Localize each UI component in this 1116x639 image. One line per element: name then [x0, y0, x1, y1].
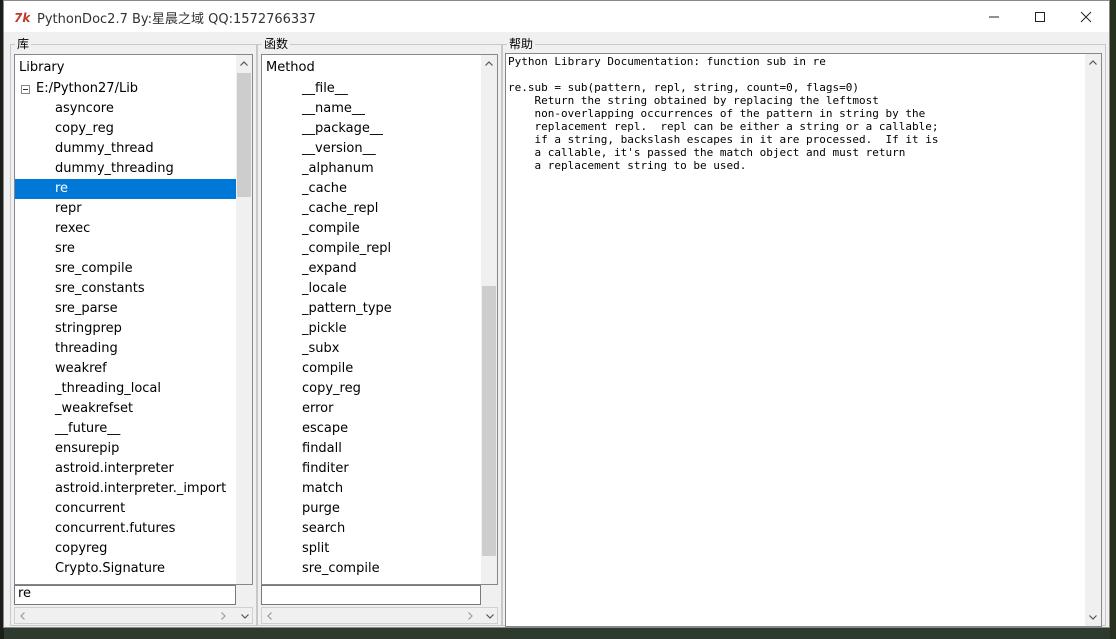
library-item[interactable]: copyreg: [15, 539, 236, 559]
chevron-right-icon[interactable]: [221, 612, 226, 620]
function-item[interactable]: __package__: [262, 119, 481, 139]
minimize-icon: [989, 16, 999, 17]
library-item[interactable]: Crypto.Signature: [15, 559, 236, 579]
library-item[interactable]: rexec: [15, 219, 236, 239]
function-list-content: Method __file__ __name__ __package__ __vers…: [262, 55, 481, 584]
chevron-down-icon[interactable]: [486, 614, 494, 619]
function-item[interactable]: _compile_repl: [262, 239, 481, 259]
chevron-down-icon: [1089, 615, 1097, 620]
library-item[interactable]: sre: [15, 239, 236, 259]
function-scroll-thumb[interactable]: [482, 286, 496, 556]
library-search-input[interactable]: re: [14, 585, 236, 605]
collapse-icon[interactable]: [21, 85, 30, 94]
library-item[interactable]: sre_constants: [15, 279, 236, 299]
function-item[interactable]: _locale: [262, 279, 481, 299]
function-item[interactable]: error: [262, 399, 481, 419]
chevron-up-icon: [1089, 60, 1097, 65]
chevron-left-icon[interactable]: [267, 612, 272, 620]
function-item[interactable]: escape: [262, 419, 481, 439]
function-item[interactable]: _cache_repl: [262, 199, 481, 219]
function-item[interactable]: __file__: [262, 79, 481, 99]
library-hscrollbar[interactable]: [14, 607, 253, 624]
library-item[interactable]: stringprep: [15, 319, 236, 339]
window-title: PythonDoc2.7 By:星晨之域 QQ:1572766337: [37, 12, 316, 27]
desktop-edge-right: [1110, 0, 1116, 639]
chevron-down-icon[interactable]: [241, 614, 249, 619]
function-item[interactable]: _cache: [262, 179, 481, 199]
scroll-up-button[interactable]: [1085, 54, 1101, 71]
library-item[interactable]: dummy_threading: [15, 159, 236, 179]
library-root-item[interactable]: E:/Python27/Lib: [19, 79, 236, 99]
library-item[interactable]: sre_parse: [15, 299, 236, 319]
function-list[interactable]: Method __file__ __name__ __package__ __vers…: [261, 54, 498, 585]
function-item[interactable]: split: [262, 539, 481, 559]
minimize-button[interactable]: [971, 1, 1017, 32]
help-vscrollbar[interactable]: [1085, 54, 1101, 626]
help-text-area[interactable]: Python Library Documentation: function s…: [505, 53, 1102, 627]
chevron-right-icon[interactable]: [468, 612, 473, 620]
function-item[interactable]: compile: [262, 359, 481, 379]
function-item[interactable]: _alphanum: [262, 159, 481, 179]
library-item[interactable]: re: [15, 179, 236, 199]
function-group-label: 函数: [262, 36, 291, 52]
tk-feather-icon: 7k: [14, 11, 30, 25]
maximize-button[interactable]: [1017, 1, 1063, 32]
close-button[interactable]: [1063, 1, 1109, 32]
maximize-icon: [1035, 11, 1045, 22]
function-item[interactable]: _compile: [262, 219, 481, 239]
title-bar[interactable]: 7k PythonDoc2.7 By:星晨之域 QQ:1572766337: [4, 1, 1109, 32]
function-item[interactable]: _expand: [262, 259, 481, 279]
function-item[interactable]: _pattern_type: [262, 299, 481, 319]
library-item[interactable]: concurrent: [15, 499, 236, 519]
method-header: Method: [266, 60, 315, 75]
function-item[interactable]: findall: [262, 439, 481, 459]
library-item[interactable]: _threading_local: [15, 379, 236, 399]
library-item[interactable]: ensurepip: [15, 439, 236, 459]
library-item[interactable]: threading: [15, 339, 236, 359]
library-item[interactable]: sre_compile: [15, 259, 236, 279]
function-item[interactable]: purge: [262, 499, 481, 519]
library-item[interactable]: __future__: [15, 419, 236, 439]
library-scroll-thumb[interactable]: [237, 73, 251, 197]
library-group-label: 库: [15, 36, 32, 52]
function-item[interactable]: finditer: [262, 459, 481, 479]
function-item[interactable]: _pickle: [262, 319, 481, 339]
library-tree-content: Library E:/Python27/Lib asyncore copy_reg…: [15, 55, 236, 584]
library-item[interactable]: concurrent.futures: [15, 519, 236, 539]
help-group-label: 帮助: [507, 36, 536, 52]
scroll-up-button[interactable]: [481, 55, 497, 72]
library-item[interactable]: repr: [15, 199, 236, 219]
function-vscrollbar[interactable]: [481, 55, 497, 584]
chevron-left-icon[interactable]: [20, 612, 25, 620]
library-root-label: E:/Python27/Lib: [36, 81, 139, 96]
app-window: 7k PythonDoc2.7 By:星晨之域 QQ:1572766337 库 …: [3, 0, 1110, 628]
library-item[interactable]: copy_reg: [15, 119, 236, 139]
library-vscrollbar[interactable]: [236, 55, 252, 584]
library-header: Library: [19, 60, 65, 75]
function-item[interactable]: copy_reg: [262, 379, 481, 399]
library-item[interactable]: _weakrefset: [15, 399, 236, 419]
svg-text:7k: 7k: [14, 11, 30, 25]
help-text: Python Library Documentation: function s…: [508, 55, 939, 172]
scroll-down-button[interactable]: [1085, 609, 1101, 626]
function-hscrollbar[interactable]: [261, 607, 498, 624]
library-item[interactable]: weakref: [15, 359, 236, 379]
library-item[interactable]: dummy_thread: [15, 139, 236, 159]
library-item[interactable]: astroid.interpreter._import: [15, 479, 236, 499]
function-item[interactable]: __name__: [262, 99, 481, 119]
function-item[interactable]: __version__: [262, 139, 481, 159]
chevron-up-icon: [240, 61, 248, 66]
scroll-up-button[interactable]: [236, 55, 252, 72]
function-item[interactable]: sre_compile: [262, 559, 481, 579]
library-tree[interactable]: Library E:/Python27/Lib asyncore copy_reg…: [14, 54, 253, 585]
function-item[interactable]: search: [262, 519, 481, 539]
function-item[interactable]: _subx: [262, 339, 481, 359]
chevron-up-icon: [485, 61, 493, 66]
function-search-input[interactable]: [261, 585, 481, 605]
library-item[interactable]: astroid.interpreter: [15, 459, 236, 479]
function-item[interactable]: match: [262, 479, 481, 499]
library-item[interactable]: asyncore: [15, 99, 236, 119]
close-icon: [1080, 11, 1092, 22]
